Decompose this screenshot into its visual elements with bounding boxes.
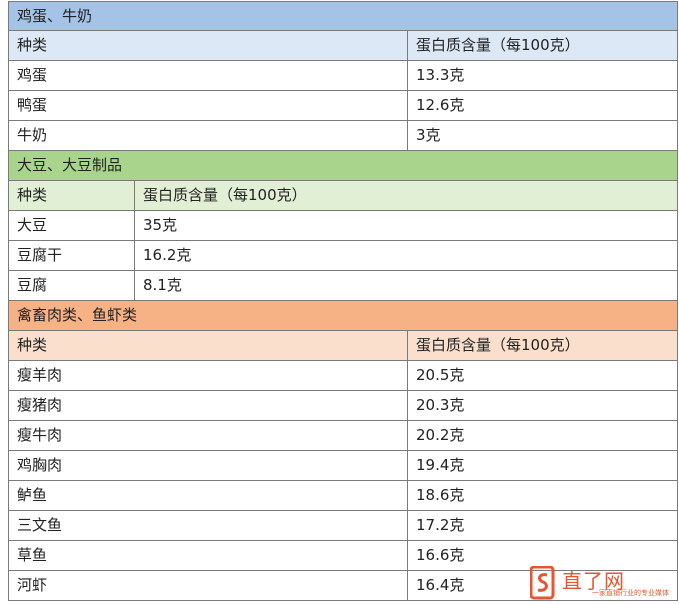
food-name-cell: 瘦牛肉 bbox=[17, 426, 63, 444]
protein-value-cell: 12.6克 bbox=[407, 91, 464, 120]
table-row: 豆腐干 16.2克 bbox=[8, 241, 678, 271]
food-name-cell: 河虾 bbox=[17, 576, 48, 594]
column-header-row: 种类 蛋白质含量（每100克） bbox=[8, 181, 678, 211]
food-name-cell: 瘦羊肉 bbox=[17, 366, 63, 384]
table-row: 鸭蛋 12.6克 bbox=[8, 91, 678, 121]
site-logo-icon bbox=[530, 566, 555, 600]
table-row: 牛奶 3克 bbox=[8, 121, 678, 151]
column-header-protein: 蛋白质含量（每100克） bbox=[407, 331, 580, 360]
protein-value-cell: 17.2克 bbox=[407, 511, 464, 540]
protein-value-cell: 18.6克 bbox=[407, 481, 464, 510]
protein-value-cell: 8.1克 bbox=[134, 271, 182, 300]
table-row: 鸡蛋 13.3克 bbox=[8, 61, 678, 91]
protein-table: 鸡蛋、牛奶 种类 蛋白质含量（每100克） 鸡蛋 13.3克 鸭蛋 12.6克 … bbox=[8, 1, 678, 601]
protein-value-cell: 20.2克 bbox=[407, 421, 464, 450]
column-header-type: 种类 bbox=[17, 336, 48, 354]
food-name-cell: 鸭蛋 bbox=[17, 96, 48, 114]
food-name-cell: 牛奶 bbox=[17, 126, 48, 144]
protein-value-cell: 16.6克 bbox=[407, 541, 464, 570]
protein-value-cell: 20.5克 bbox=[407, 361, 464, 390]
section-title: 禽畜肉类、鱼虾类 bbox=[17, 306, 138, 324]
section-title-row: 禽畜肉类、鱼虾类 bbox=[8, 301, 678, 331]
section-title: 大豆、大豆制品 bbox=[17, 156, 123, 174]
section-title: 鸡蛋、牛奶 bbox=[17, 7, 93, 25]
protein-value-cell: 19.4克 bbox=[407, 451, 464, 480]
table-row: 大豆 35克 bbox=[8, 211, 678, 241]
column-header-row: 种类 蛋白质含量（每100克） bbox=[8, 31, 678, 61]
table-row: 豆腐 8.1克 bbox=[8, 271, 678, 301]
column-header-type: 种类 bbox=[17, 186, 48, 204]
column-header-row: 种类 蛋白质含量（每100克） bbox=[8, 331, 678, 361]
watermark-slogan: 一家直销行业的专业媒体 bbox=[592, 589, 669, 597]
section-title-row: 鸡蛋、牛奶 bbox=[8, 1, 678, 31]
column-header-type: 种类 bbox=[17, 36, 48, 54]
food-name-cell: 豆腐 bbox=[17, 276, 48, 294]
food-name-cell: 草鱼 bbox=[17, 546, 48, 564]
food-name-cell: 鲈鱼 bbox=[17, 486, 48, 504]
table-row: 瘦牛肉 20.2克 bbox=[8, 421, 678, 451]
watermark: 直了网 一家直销行业的专业媒体 bbox=[530, 566, 675, 602]
section-title-row: 大豆、大豆制品 bbox=[8, 151, 678, 181]
table-row: 鲈鱼 18.6克 bbox=[8, 481, 678, 511]
food-name-cell: 大豆 bbox=[17, 216, 48, 234]
food-name-cell: 鸡胸肉 bbox=[17, 456, 63, 474]
protein-value-cell: 13.3克 bbox=[407, 61, 464, 90]
table-row: 鸡胸肉 19.4克 bbox=[8, 451, 678, 481]
table-row: 瘦羊肉 20.5克 bbox=[8, 361, 678, 391]
protein-value-cell: 16.4克 bbox=[407, 571, 464, 600]
food-name-cell: 鸡蛋 bbox=[17, 66, 48, 84]
protein-value-cell: 20.3克 bbox=[407, 391, 464, 420]
protein-value-cell: 3克 bbox=[407, 121, 441, 150]
food-name-cell: 三文鱼 bbox=[17, 516, 63, 534]
protein-value-cell: 16.2克 bbox=[134, 241, 191, 270]
food-name-cell: 豆腐干 bbox=[17, 246, 63, 264]
table-row: 瘦猪肉 20.3克 bbox=[8, 391, 678, 421]
column-header-protein: 蛋白质含量（每100克） bbox=[407, 31, 580, 60]
food-name-cell: 瘦猪肉 bbox=[17, 396, 63, 414]
protein-value-cell: 35克 bbox=[134, 211, 177, 240]
column-header-protein: 蛋白质含量（每100克） bbox=[134, 181, 307, 210]
table-row: 三文鱼 17.2克 bbox=[8, 511, 678, 541]
